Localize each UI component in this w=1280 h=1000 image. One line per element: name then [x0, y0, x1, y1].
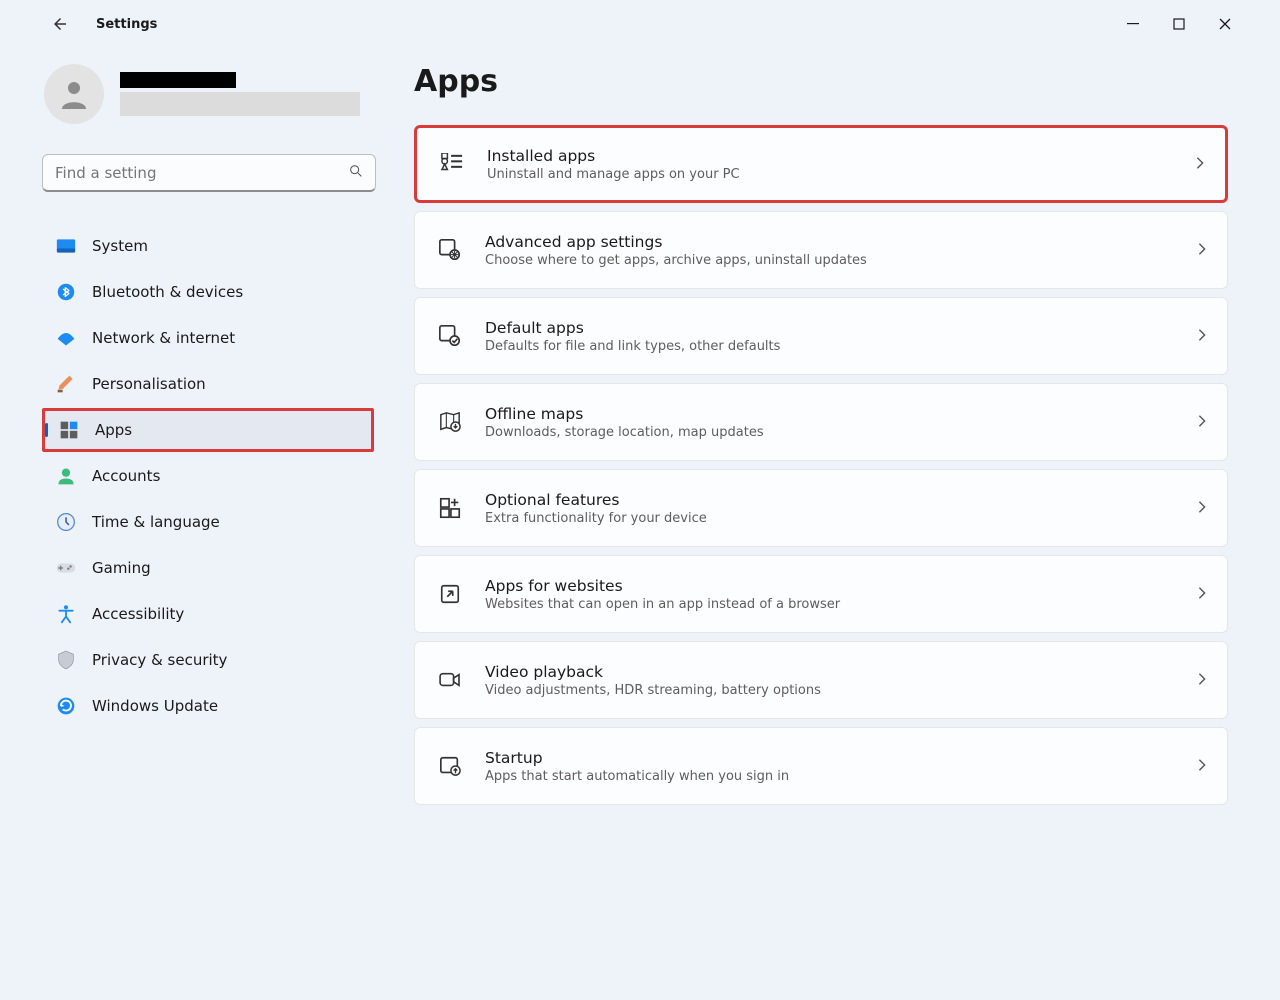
sidebar-item-label: Windows Update — [92, 697, 218, 715]
sidebar-item-privacy[interactable]: Privacy & security — [42, 638, 374, 682]
chevron-right-icon — [1197, 327, 1207, 346]
sidebar-item-system[interactable]: System — [42, 224, 374, 268]
card-description: Extra functionality for your device — [485, 511, 707, 526]
minimize-icon — [1127, 18, 1139, 30]
close-button[interactable] — [1202, 8, 1248, 40]
accounts-icon — [56, 466, 76, 486]
sidebar-item-label: Privacy & security — [92, 651, 227, 669]
websites-icon — [437, 581, 463, 607]
card-description: Websites that can open in an app instead… — [485, 597, 840, 612]
advanced-icon — [437, 237, 463, 263]
defaults-icon — [437, 323, 463, 349]
page-title: Apps — [414, 64, 1228, 99]
card-defaults[interactable]: Default apps Defaults for file and link t… — [414, 297, 1228, 375]
minimize-button[interactable] — [1110, 8, 1156, 40]
sidebar-item-apps[interactable]: Apps — [42, 408, 374, 452]
user-profile[interactable] — [42, 64, 374, 124]
card-description: Defaults for file and link types, other … — [485, 339, 780, 354]
sidebar-item-personalisation[interactable]: Personalisation — [42, 362, 374, 406]
window-title: Settings — [96, 17, 157, 32]
card-startup[interactable]: Startup Apps that start automatically whe… — [414, 727, 1228, 805]
search-icon — [348, 163, 364, 183]
card-advanced[interactable]: Advanced app settings Choose where to get… — [414, 211, 1228, 289]
card-title: Video playback — [485, 663, 821, 681]
titlebar: Settings — [24, 0, 1256, 48]
card-maps[interactable]: Offline maps Downloads, storage location,… — [414, 383, 1228, 461]
sidebar-item-label: Bluetooth & devices — [92, 283, 243, 301]
user-email-redacted — [120, 92, 360, 116]
close-icon — [1219, 18, 1231, 30]
sidebar-item-label: System — [92, 237, 148, 255]
chevron-right-icon — [1197, 413, 1207, 432]
card-optional[interactable]: Optional features Extra functionality for… — [414, 469, 1228, 547]
sidebar-item-time[interactable]: Time & language — [42, 500, 374, 544]
chevron-right-icon — [1197, 757, 1207, 776]
sidebar-item-label: Accounts — [92, 467, 160, 485]
bluetooth-icon — [56, 282, 76, 302]
avatar — [44, 64, 104, 124]
sidebar-item-label: Personalisation — [92, 375, 206, 393]
sidebar-item-accounts[interactable]: Accounts — [42, 454, 374, 498]
user-icon — [56, 76, 92, 112]
video-icon — [437, 667, 463, 693]
card-description: Apps that start automatically when you s… — [485, 769, 789, 784]
sidebar-item-label: Apps — [95, 421, 132, 439]
optional-icon — [437, 495, 463, 521]
chevron-right-icon — [1197, 499, 1207, 518]
sidebar-item-gaming[interactable]: Gaming — [42, 546, 374, 590]
maximize-button[interactable] — [1156, 8, 1202, 40]
installed-icon — [439, 151, 465, 177]
personalisation-icon — [56, 374, 76, 394]
time-icon — [56, 512, 76, 532]
sidebar-item-label: Accessibility — [92, 605, 184, 623]
maximize-icon — [1173, 18, 1185, 30]
card-title: Apps for websites — [485, 577, 840, 595]
card-title: Optional features — [485, 491, 707, 509]
card-video[interactable]: Video playback Video adjustments, HDR str… — [414, 641, 1228, 719]
sidebar-item-label: Gaming — [92, 559, 151, 577]
accessibility-icon — [56, 604, 76, 624]
chevron-right-icon — [1197, 241, 1207, 260]
card-websites[interactable]: Apps for websites Websites that can open … — [414, 555, 1228, 633]
sidebar-item-label: Time & language — [92, 513, 220, 531]
card-title: Startup — [485, 749, 789, 767]
chevron-right-icon — [1197, 585, 1207, 604]
cards-list: Installed apps Uninstall and manage apps … — [414, 125, 1228, 805]
card-title: Offline maps — [485, 405, 764, 423]
sidebar-item-bluetooth[interactable]: Bluetooth & devices — [42, 270, 374, 314]
privacy-icon — [56, 650, 76, 670]
chevron-right-icon — [1195, 155, 1205, 174]
sidebar-item-label: Network & internet — [92, 329, 235, 347]
card-description: Downloads, storage location, map updates — [485, 425, 764, 440]
card-title: Installed apps — [487, 147, 740, 165]
update-icon — [56, 696, 76, 716]
sidebar-item-accessibility[interactable]: Accessibility — [42, 592, 374, 636]
sidebar-nav: System Bluetooth & devices Network & inter… — [42, 224, 374, 728]
card-description: Video adjustments, HDR streaming, batter… — [485, 683, 821, 698]
card-description: Choose where to get apps, archive apps, … — [485, 253, 867, 268]
sidebar-item-network[interactable]: Network & internet — [42, 316, 374, 360]
network-icon — [56, 328, 76, 348]
back-arrow-icon — [51, 15, 69, 33]
card-installed[interactable]: Installed apps Uninstall and manage apps … — [414, 125, 1228, 203]
card-description: Uninstall and manage apps on your PC — [487, 167, 740, 182]
user-name-redacted — [120, 72, 236, 88]
gaming-icon — [56, 558, 76, 578]
sidebar: System Bluetooth & devices Network & inter… — [24, 48, 384, 962]
sidebar-item-update[interactable]: Windows Update — [42, 684, 374, 728]
card-title: Default apps — [485, 319, 780, 337]
card-title: Advanced app settings — [485, 233, 867, 251]
system-icon — [56, 236, 76, 256]
apps-icon — [59, 420, 79, 440]
chevron-right-icon — [1197, 671, 1207, 690]
maps-icon — [437, 409, 463, 435]
search-input[interactable] — [42, 154, 376, 192]
startup-icon — [437, 753, 463, 779]
back-button[interactable] — [48, 12, 72, 36]
content-area: Apps Installed apps Uninstall and manage … — [384, 48, 1256, 962]
